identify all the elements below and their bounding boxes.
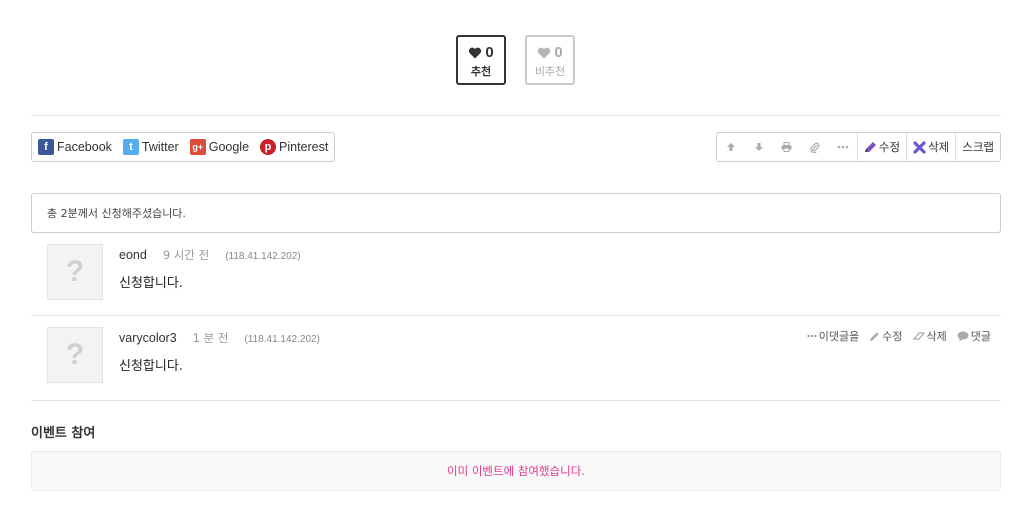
scrap-post-button[interactable]: 스크랩 <box>955 133 1000 161</box>
edit-post-label: 수정 <box>878 140 901 154</box>
edit-post-button[interactable]: 수정 <box>856 133 906 161</box>
pencil-icon <box>870 331 879 341</box>
pinterest-icon: p <box>260 139 277 155</box>
edit-comment-label: 수정 <box>882 330 903 343</box>
divider <box>31 400 1001 401</box>
post-toolbar: 수정 삭제 스크랩 <box>716 132 1001 162</box>
speech-bubble-icon <box>957 331 969 341</box>
share-pinterest-button[interactable]: p Pinterest <box>260 139 328 155</box>
not-recommend-count: 0 <box>554 44 563 61</box>
comment-item: ? varycolor3 1 분 전 (118.41.142.202) 신청합니… <box>31 316 1001 400</box>
divider <box>31 115 1001 116</box>
reply-to-label: 이댓글을 <box>818 330 860 343</box>
event-section-title: 이벤트 참여 <box>31 426 96 441</box>
delete-comment-button[interactable]: 삭제 <box>912 328 947 344</box>
event-status-box: 이미 이벤트에 참여했습니다. <box>31 451 1001 491</box>
comment-time: 1 분 전 <box>192 331 229 345</box>
pencil-icon <box>864 142 876 152</box>
reply-comment-button[interactable]: 댓글 <box>957 328 991 344</box>
recommend-label: 추천 <box>470 65 492 78</box>
reply-comment-label: 댓글 <box>970 330 991 343</box>
comment-meta: varycolor3 1 분 전 (118.41.142.202) <box>119 330 320 346</box>
attachment-icon[interactable] <box>801 133 829 161</box>
more-icon[interactable] <box>829 133 857 161</box>
share-pinterest-label: Pinterest <box>279 140 329 154</box>
delete-comment-label: 삭제 <box>926 330 947 343</box>
print-icon[interactable] <box>773 133 801 161</box>
share-bar: f Facebook t Twitter g+ Google p Pintere… <box>31 132 336 162</box>
facebook-icon: f <box>38 139 54 155</box>
delete-x-icon <box>913 140 926 154</box>
share-google-button[interactable]: g+ Google <box>189 139 250 155</box>
arrow-down-icon[interactable] <box>745 133 773 161</box>
comment-author[interactable]: varycolor3 <box>119 331 177 345</box>
avatar: ? <box>47 244 103 300</box>
recommend-button[interactable]: 0 추천 <box>456 35 506 85</box>
share-twitter-button[interactable]: t Twitter <box>122 139 179 155</box>
scrap-post-label: 스크랩 <box>962 140 995 154</box>
more-icon <box>807 334 817 338</box>
avatar: ? <box>47 327 103 383</box>
comment-text: 신청합니다. <box>119 359 183 374</box>
not-recommend-label: 비추천 <box>534 65 566 78</box>
share-google-label: Google <box>208 140 250 154</box>
reply-to-comment-button[interactable]: 이댓글을 <box>807 328 859 344</box>
eraser-icon <box>912 332 925 340</box>
recommend-count: 0 <box>485 44 494 61</box>
comment-text: 신청합니다. <box>119 276 183 291</box>
share-facebook-button[interactable]: f Facebook <box>38 139 112 155</box>
delete-post-label: 삭제 <box>928 140 950 154</box>
edit-comment-button[interactable]: 수정 <box>869 328 903 344</box>
share-facebook-label: Facebook <box>57 140 112 154</box>
event-status-message: 이미 이벤트에 참여했습니다. <box>447 464 585 478</box>
comment-actions: 이댓글을 수정 삭제 댓글 <box>807 328 991 344</box>
not-recommend-button[interactable]: 0 비추천 <box>525 35 575 85</box>
comment-ip: (118.41.142.202) <box>225 251 301 262</box>
arrow-up-icon[interactable] <box>717 133 745 161</box>
applicant-count-notice: 총 2분께서 신청해주셨습니다. <box>31 193 1001 233</box>
comment-meta: eond 9 시간 전 (118.41.142.202) <box>119 247 301 263</box>
comment-ip: (118.41.142.202) <box>244 334 320 345</box>
heart-icon <box>538 47 551 58</box>
comment-item: ? eond 9 시간 전 (118.41.142.202) 신청합니다. <box>31 233 1001 315</box>
notice-text: 총 2분께서 신청해주셨습니다. <box>47 207 186 220</box>
share-twitter-label: Twitter <box>141 140 179 154</box>
comment-time: 9 시간 전 <box>162 248 210 262</box>
google-plus-icon: g+ <box>189 139 206 155</box>
comment-author[interactable]: eond <box>119 248 147 262</box>
twitter-icon: t <box>122 139 139 155</box>
delete-post-button[interactable]: 삭제 <box>906 133 955 161</box>
heart-icon <box>469 47 482 58</box>
